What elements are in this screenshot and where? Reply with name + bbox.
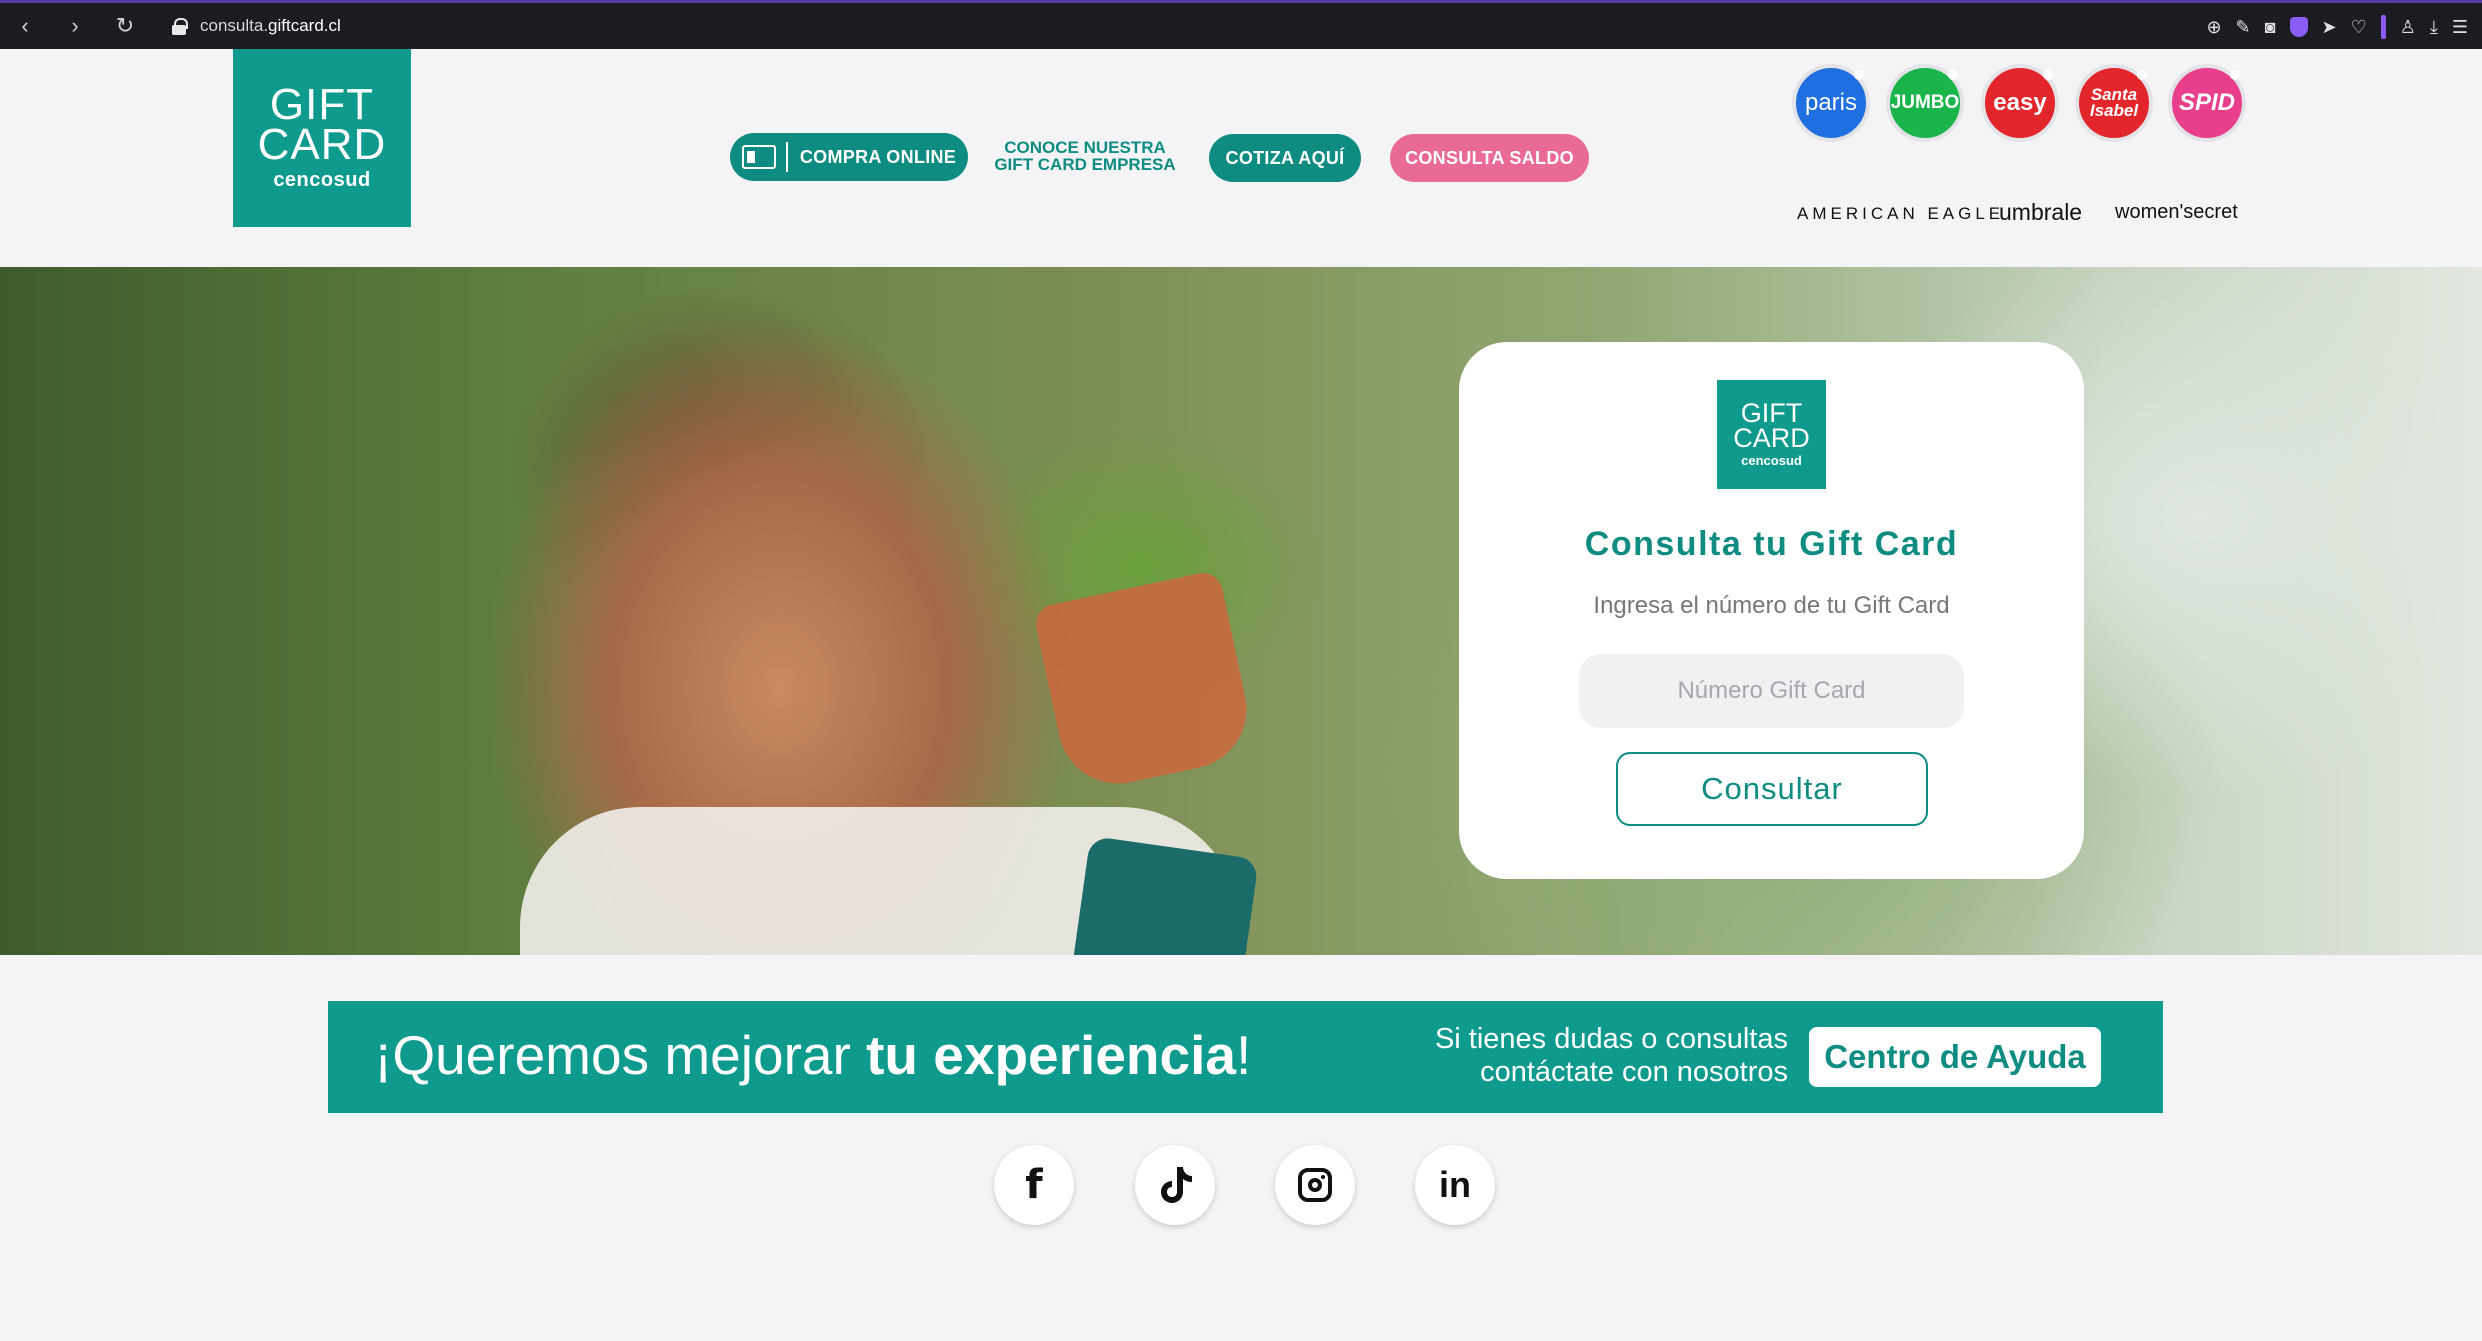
profile-icon[interactable]: ♙ [2400, 17, 2416, 38]
back-icon[interactable]: ‹ [14, 13, 36, 39]
brand-jumbo-logo[interactable]: JUMBO [1886, 64, 1964, 142]
download-icon[interactable]: ⤓ [2430, 17, 2438, 38]
headline-bold: tu experiencia [866, 1024, 1236, 1086]
santa-isabel-label: Santa Isabel [2089, 86, 2139, 120]
compra-online-label: COMPRA ONLINE [799, 146, 957, 167]
hero-phone-shape [1071, 835, 1259, 955]
edit-icon[interactable]: ✎ [2236, 17, 2251, 38]
facebook-icon[interactable]: f [994, 1145, 1074, 1225]
banner-headline: ¡Queremos mejorar tu experiencia! [374, 1023, 1251, 1087]
sidebar-indicator-icon [2380, 15, 2386, 39]
tiktok-glyph [1161, 1167, 1192, 1203]
paris-label: paris [1804, 89, 1858, 116]
isabel-label: Isabel [2089, 101, 2139, 120]
logo-line-cencosud: cencosud [273, 168, 371, 191]
instagram-icon[interactable] [1275, 1145, 1355, 1225]
linkedin-glyph: in [1439, 1164, 1471, 1205]
consulta-subtitle: Ingresa el número de tu Gift Card [1593, 592, 1950, 619]
brand-dot [2137, 70, 2147, 80]
zoom-icon[interactable]: ⊕ [2206, 17, 2221, 38]
brand-american-eagle[interactable]: AMERICAN EAGLE [1797, 204, 2004, 224]
centro-de-ayuda-button[interactable]: Centro de Ayuda [1809, 1027, 2101, 1087]
hero-plant-shape [1032, 569, 1258, 795]
browser-toolbar: ‹ › ↻ consulta.giftcard.cl ⊕ ✎ ◙ ➤ ♡ ♙ ⤓… [0, 0, 2482, 49]
menu-icon[interactable]: ☰ [2452, 17, 2468, 38]
shield-icon[interactable] [2289, 17, 2308, 37]
brand-paris-logo[interactable]: paris [1792, 64, 1870, 142]
gift-card-empresa-link[interactable]: CONOCE NUESTRA GIFT CARD EMPRESA [985, 139, 1185, 173]
browser-nav: ‹ › ↻ [14, 13, 136, 39]
forward-icon[interactable]: › [64, 13, 86, 39]
linkedin-icon[interactable]: in [1415, 1145, 1495, 1225]
mini-logo-card: CARD [1733, 423, 1810, 453]
mini-logo-cencosud: cencosud [1741, 453, 1802, 468]
brand-dot [1948, 70, 1958, 80]
camera-icon[interactable]: ◙ [2265, 17, 2276, 38]
banner-help-text: Si tienes dudas o consultas contáctate c… [1388, 1023, 1788, 1089]
easy-label: easy [1993, 89, 2047, 116]
brand-dot [2043, 70, 2053, 80]
lock-icon [172, 18, 188, 35]
brand-umbrale[interactable]: umbrale [1999, 199, 2082, 226]
site-header: GIFT CARD cencosud COMPRA ONLINE CONOCE … [0, 49, 2482, 267]
card-giftcard-logo: GIFT CARD cencosud [1717, 380, 1826, 489]
consulta-saldo-button[interactable]: CONSULTA SALDO [1390, 134, 1589, 182]
send-icon[interactable]: ➤ [2322, 17, 2337, 38]
headline-suffix: ! [1235, 1024, 1252, 1086]
spid-label: SPID [2178, 89, 2235, 116]
giftcard-logo[interactable]: GIFT CARD cencosud [233, 49, 411, 227]
headline-prefix: ¡Queremos mejorar [374, 1024, 867, 1086]
logo-line-card: CARD [257, 119, 387, 169]
brand-dot [2230, 70, 2240, 80]
address-bar[interactable]: consulta.giftcard.cl [200, 16, 341, 36]
button-divider [785, 142, 788, 172]
url-domain: giftcard.cl [268, 16, 341, 35]
brand-dot [1854, 70, 1864, 80]
facebook-glyph: f [1025, 1162, 1043, 1208]
url-subdomain: consulta. [200, 16, 269, 35]
hero-banner-image [0, 267, 2482, 955]
consulta-card: GIFT CARD cencosud Consulta tu Gift Card… [1459, 342, 2084, 879]
heart-icon[interactable]: ♡ [2351, 17, 2367, 38]
logo-line-gift: GIFT [269, 79, 375, 129]
reload-icon[interactable]: ↻ [114, 13, 136, 39]
card-icon [741, 145, 776, 169]
cotiza-aqui-button[interactable]: COTIZA AQUÍ [1209, 134, 1361, 182]
instagram-glyph [1298, 1168, 1332, 1202]
help-banner: ¡Queremos mejorar tu experiencia! Si tie… [328, 1001, 2163, 1113]
empresa-line-2: GIFT CARD EMPRESA [994, 155, 1176, 174]
jumbo-label: JUMBO [1890, 92, 1960, 113]
gift-card-number-input[interactable] [1579, 654, 1964, 728]
brand-santa-isabel-logo[interactable]: Santa Isabel [2075, 64, 2153, 142]
empresa-line-1: CONOCE NUESTRA [1004, 138, 1166, 157]
tiktok-icon[interactable] [1135, 1145, 1215, 1225]
help-line-2: contáctate con nosotros [1480, 1056, 1788, 1088]
brand-easy-logo[interactable]: easy [1981, 64, 2059, 142]
browser-tools: ⊕ ✎ ◙ ➤ ♡ ♙ ⤓ ☰ [2206, 15, 2468, 39]
help-line-1: Si tienes dudas o consultas [1434, 1023, 1788, 1055]
consulta-title: Consulta tu Gift Card [1584, 525, 1959, 563]
compra-online-button[interactable]: COMPRA ONLINE [730, 133, 968, 181]
brand-womensecret[interactable]: women'secret [2115, 201, 2238, 224]
consultar-button[interactable]: Consultar [1616, 752, 1928, 826]
brand-spid-logo[interactable]: SPID [2168, 64, 2246, 142]
